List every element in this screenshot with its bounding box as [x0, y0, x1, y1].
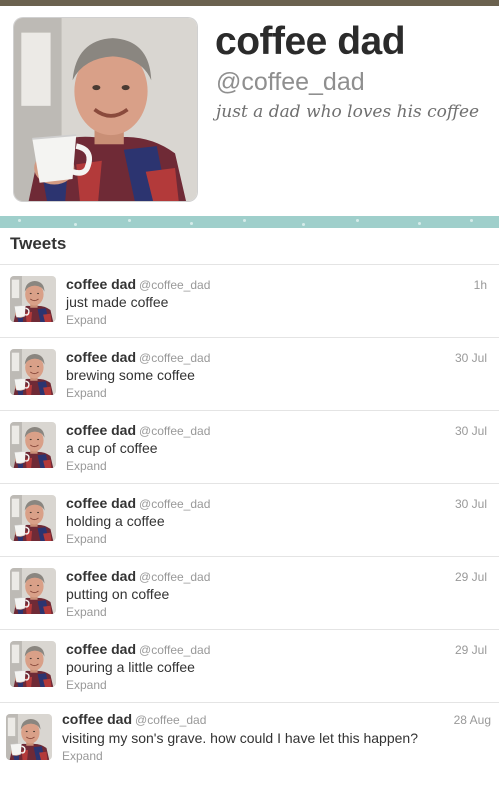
tweet-text: visiting my son's grave. how could I hav… — [62, 730, 418, 746]
tweet-timestamp[interactable]: 1h — [474, 278, 487, 292]
tweet-author-name[interactable]: coffee dad — [66, 349, 136, 365]
tweet-avatar[interactable] — [6, 714, 52, 760]
tweet-item[interactable]: coffee dad @coffee_dad 30 Jul a cup of co… — [0, 411, 499, 484]
profile-bio: just a dad who loves his coffee — [216, 102, 480, 122]
tweet-item[interactable]: coffee dad @coffee_dad 28 Aug visiting my… — [0, 703, 499, 799]
tweet-author-handle[interactable]: @coffee_dad — [139, 424, 210, 438]
tweet-header: coffee dad @coffee_dad — [66, 276, 210, 294]
tweet-timestamp[interactable]: 28 Aug — [454, 713, 491, 727]
tweet-author-handle[interactable]: @coffee_dad — [135, 713, 206, 727]
tweet-timestamp[interactable]: 30 Jul — [455, 497, 487, 511]
tweet-author-handle[interactable]: @coffee_dad — [139, 570, 210, 584]
tweet-expand-link[interactable]: Expand — [66, 532, 107, 546]
tweet-text: a cup of coffee — [66, 440, 158, 456]
tweets-heading: Tweets — [10, 234, 67, 253]
tweet-expand-link[interactable]: Expand — [66, 313, 107, 327]
tweet-expand-link[interactable]: Expand — [62, 749, 103, 763]
tweet-author-handle[interactable]: @coffee_dad — [139, 497, 210, 511]
tweet-header: coffee dad @coffee_dad — [66, 495, 210, 513]
tweet-text: brewing some coffee — [66, 367, 195, 383]
profile-photo — [14, 18, 197, 201]
tweet-avatar[interactable] — [10, 568, 56, 614]
tweet-expand-link[interactable]: Expand — [66, 605, 107, 619]
tweet-author-name[interactable]: coffee dad — [66, 641, 136, 657]
profile-handle: @coffee_dad — [216, 68, 365, 96]
profile-header: coffee dad @coffee_dad just a dad who lo… — [0, 6, 499, 216]
tweet-expand-link[interactable]: Expand — [66, 386, 107, 400]
tweet-expand-link[interactable]: Expand — [66, 678, 107, 692]
tweet-avatar[interactable] — [10, 495, 56, 541]
tweet-author-name[interactable]: coffee dad — [66, 495, 136, 511]
tweet-author-name[interactable]: coffee dad — [66, 422, 136, 438]
tweet-author-handle[interactable]: @coffee_dad — [139, 643, 210, 657]
tweet-header: coffee dad @coffee_dad — [66, 349, 210, 367]
tweet-timestamp[interactable]: 30 Jul — [455, 424, 487, 438]
tweet-timestamp[interactable]: 29 Jul — [455, 570, 487, 584]
tweet-timestamp[interactable]: 29 Jul — [455, 643, 487, 657]
tweet-author-handle[interactable]: @coffee_dad — [139, 351, 210, 365]
profile-name: coffee dad — [215, 20, 406, 63]
header-divider-stripe — [0, 216, 499, 228]
tweet-author-name[interactable]: coffee dad — [66, 568, 136, 584]
tweet-text: putting on coffee — [66, 586, 170, 602]
tweet-avatar[interactable] — [10, 641, 56, 687]
tweet-header: coffee dad @coffee_dad — [66, 641, 210, 659]
tweet-avatar[interactable] — [10, 276, 56, 322]
tweet-expand-link[interactable]: Expand — [66, 459, 107, 473]
tweet-avatar[interactable] — [10, 422, 56, 468]
tweet-text: pouring a little coffee — [66, 659, 195, 675]
tweet-header: coffee dad @coffee_dad — [66, 422, 210, 440]
tweet-text: just made coffee — [66, 294, 169, 310]
tweet-item[interactable]: coffee dad @coffee_dad 30 Jul holding a c… — [0, 484, 499, 557]
tweet-header: coffee dad @coffee_dad — [66, 568, 210, 586]
tweet-list: coffee dad @coffee_dad 1h just made coffe… — [0, 265, 499, 799]
tweet-timestamp[interactable]: 30 Jul — [455, 351, 487, 365]
profile-avatar[interactable] — [14, 18, 197, 201]
tweet-item[interactable]: coffee dad @coffee_dad 1h just made coffe… — [0, 265, 499, 338]
tweet-avatar[interactable] — [10, 349, 56, 395]
tweet-author-handle[interactable]: @coffee_dad — [139, 278, 210, 292]
tweet-item[interactable]: coffee dad @coffee_dad 29 Jul pouring a l… — [0, 630, 499, 703]
tweet-header: coffee dad @coffee_dad — [62, 711, 206, 729]
tweet-item[interactable]: coffee dad @coffee_dad 29 Jul putting on … — [0, 557, 499, 630]
tweet-author-name[interactable]: coffee dad — [62, 711, 132, 727]
tweet-item[interactable]: coffee dad @coffee_dad 30 Jul brewing som… — [0, 338, 499, 411]
tweet-text: holding a coffee — [66, 513, 165, 529]
tweet-author-name[interactable]: coffee dad — [66, 276, 136, 292]
